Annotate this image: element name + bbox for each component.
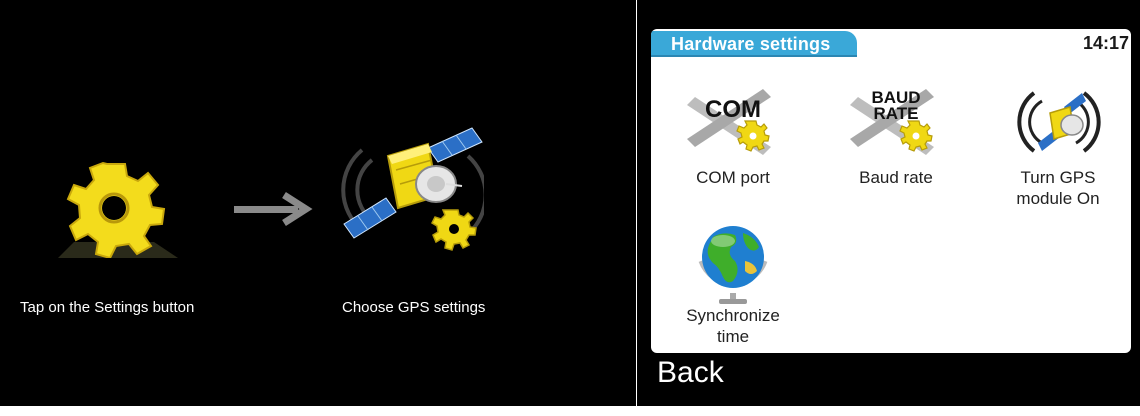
com-port-button[interactable]: COM COM port (668, 77, 798, 188)
device-screen: Hardware settings 14:17 COM COM port BAU… (651, 29, 1131, 353)
com-port-icon: COM (683, 77, 783, 167)
baud-rate-button[interactable]: BAUD RATE Baud rate (831, 77, 961, 188)
rate-icon-label: RATE (873, 104, 918, 123)
settings-gear-icon (54, 158, 184, 260)
gps-satellite-settings-icon (336, 126, 488, 256)
turn-gps-module-on-button[interactable]: Turn GPS module On (993, 77, 1123, 209)
synchronize-label-line1: Synchronize (686, 306, 780, 325)
baud-rate-label: Baud rate (859, 168, 933, 187)
com-icon-label: COM (705, 96, 761, 123)
synchronize-time-button[interactable]: Synchronize time (668, 215, 798, 347)
title-tab: Hardware settings (651, 31, 857, 57)
arrow-right-icon (232, 192, 314, 226)
synchronize-label-line2: time (716, 327, 750, 346)
gps-module-icon (1008, 77, 1108, 167)
globe-icon (683, 215, 783, 305)
com-port-label: COM port (696, 168, 770, 187)
turn-gps-label-line1: Turn GPS (1020, 168, 1096, 187)
tutorial-panel: Tap on the Settings button Choose GPS se… (0, 0, 636, 406)
turn-gps-label-line2: module On (1016, 189, 1100, 208)
clock: 14:17 (1082, 33, 1129, 53)
step1-caption: Tap on the Settings button (20, 299, 195, 316)
back-button[interactable]: Back (657, 356, 724, 390)
screen-title: Hardware settings (671, 34, 831, 54)
baud-rate-icon: BAUD RATE (846, 77, 946, 167)
step2-caption: Choose GPS settings (342, 299, 486, 316)
